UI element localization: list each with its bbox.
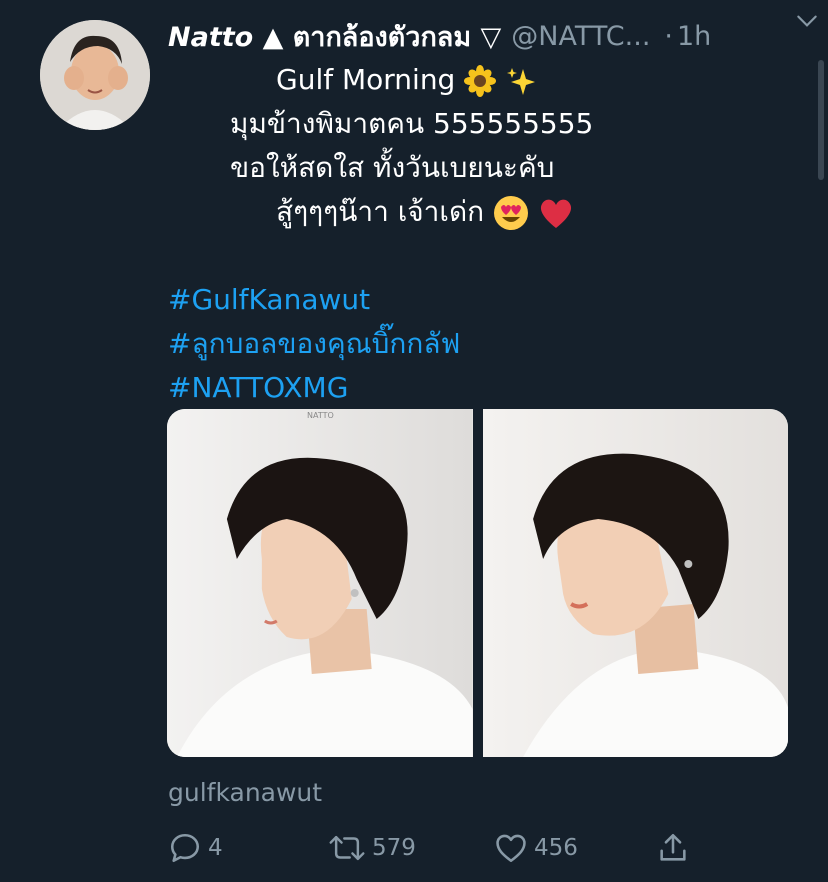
- tweet-line-3: ขอให้สดใส ทั้งวันเบยนะคับ: [230, 151, 555, 184]
- tweet-header: Natto ▲ ตากล้องตัวกลม ▽ @NATTC... · 1h: [168, 16, 798, 56]
- portrait-image-left: [167, 409, 473, 757]
- reply-count: 4: [208, 835, 223, 861]
- watermark: NATTO: [307, 411, 334, 420]
- hashtag-thai[interactable]: #ลูกบอลของคุณบิ๊กกลัฟ: [168, 322, 788, 366]
- tweet-line-1: Gulf Morning: [168, 58, 788, 102]
- tweet-line-2: มุมข้างพิมาตคน 555555555: [230, 107, 594, 140]
- like-button[interactable]: 456: [494, 826, 578, 870]
- share-icon: [660, 833, 686, 861]
- tweet-actions: 4 579 456: [168, 826, 768, 870]
- heart-eyes-icon: [494, 196, 529, 230]
- photo-left[interactable]: NATTO: [167, 409, 473, 757]
- portrait-image-right: [482, 409, 788, 757]
- share-button[interactable]: [656, 826, 696, 870]
- tweet-time[interactable]: 1h: [677, 21, 711, 52]
- red-heart-icon: [540, 199, 571, 228]
- hashtag-nattoxmg[interactable]: #NATTOXMG: [168, 366, 788, 410]
- like-count: 456: [534, 835, 578, 861]
- chevron-down-icon[interactable]: [794, 8, 820, 34]
- photo-right[interactable]: [482, 409, 788, 757]
- tweet-line-4: สู้ๆๆๆน๊าา เจ้าเด่ก: [168, 190, 788, 234]
- reply-button[interactable]: 4: [168, 826, 223, 870]
- like-icon: [496, 834, 526, 863]
- time-separator: ·: [664, 20, 673, 52]
- user-handle[interactable]: @NATTC...: [511, 21, 650, 52]
- tweet-media[interactable]: NATTO: [167, 409, 788, 757]
- retweet-button[interactable]: 579: [328, 826, 416, 870]
- reply-icon: [170, 833, 200, 863]
- avatar-image: [40, 20, 150, 130]
- sparkles-icon: [507, 68, 536, 95]
- sunflower-icon: [464, 65, 497, 97]
- tweet-body: Gulf Morning มุมข้างพิมาตคน 555555555 ขอ…: [168, 58, 788, 410]
- media-credit[interactable]: gulfkanawut: [168, 778, 322, 807]
- retweet-icon: [329, 835, 365, 861]
- hashtag-gulfkanawut[interactable]: #GulfKanawut: [168, 278, 788, 322]
- avatar[interactable]: [40, 20, 150, 130]
- retweet-count: 579: [372, 835, 416, 861]
- scrollbar[interactable]: [818, 60, 824, 180]
- display-name[interactable]: Natto ▲ ตากล้องตัวกลม ▽: [168, 15, 501, 58]
